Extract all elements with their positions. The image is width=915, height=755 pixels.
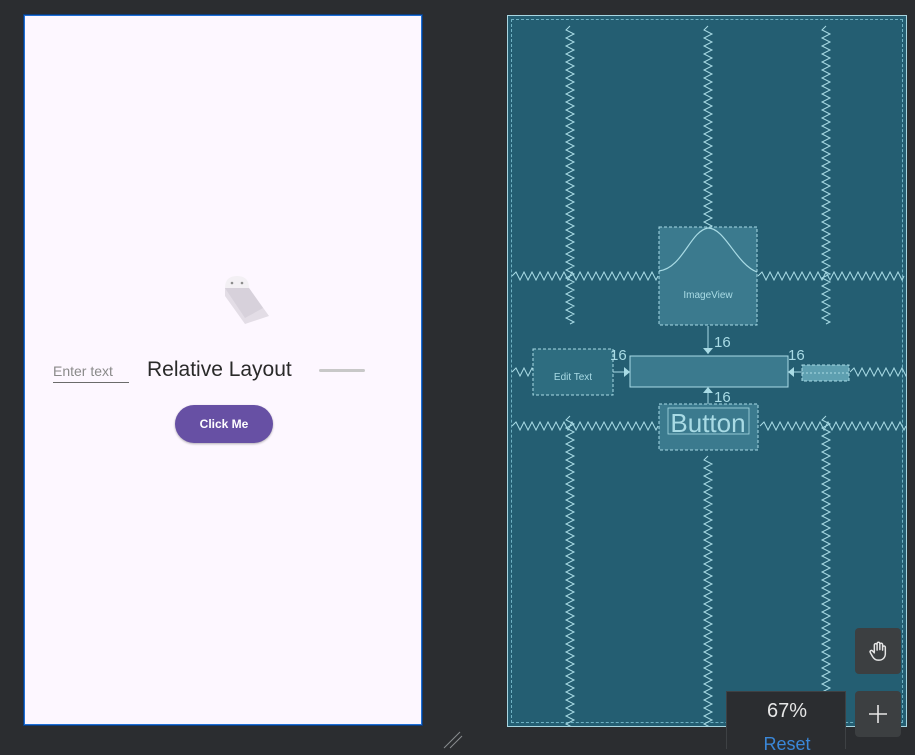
edittext-label: Edit Text (554, 372, 592, 383)
blueprint-relative-layout-text[interactable] (629, 355, 789, 388)
pan-mode-button[interactable] (855, 628, 901, 674)
zoom-in-button[interactable] (855, 691, 901, 737)
blueprint-divider-view[interactable] (801, 364, 850, 382)
zoom-level-text: 67% (766, 700, 808, 722)
imageview-label: ImageView (683, 290, 733, 301)
blueprint-edittext[interactable]: Edit Text (532, 348, 614, 396)
zoom-panel: 67% Reset (726, 691, 846, 754)
blueprint-button[interactable]: Button (658, 403, 759, 451)
svg-text:16: 16 (610, 347, 627, 364)
blueprint-surface[interactable]: ImageView 16 Edit Text 16 16 16 Button (507, 15, 907, 727)
blueprint-imageview[interactable]: ImageView (658, 226, 758, 326)
blueprint-canvas: ImageView 16 Edit Text 16 16 16 Button (511, 25, 906, 726)
svg-text:16: 16 (714, 389, 731, 406)
android-image-icon[interactable] (205, 268, 269, 324)
svg-text:16: 16 (714, 334, 731, 351)
resize-handle-icon[interactable] (440, 728, 464, 749)
relative-layout-text[interactable]: Relative Layout (147, 356, 292, 384)
image-bottom-margin: 16 (703, 326, 731, 354)
click-me-button[interactable]: Click Me (175, 405, 273, 443)
plus-icon (869, 705, 887, 723)
button-label: Button (670, 408, 745, 438)
svg-text:16: 16 (788, 347, 805, 364)
button-top-margin: 16 (703, 387, 731, 406)
divider-view[interactable] (319, 369, 365, 372)
enter-text-field[interactable]: Enter text (53, 360, 129, 383)
design-surface[interactable]: Enter text Relative Layout Click Me (24, 15, 422, 725)
reset-zoom-link[interactable]: Reset (727, 734, 847, 755)
bar-left-margin: 16 (610, 347, 630, 377)
hand-icon (869, 641, 887, 661)
